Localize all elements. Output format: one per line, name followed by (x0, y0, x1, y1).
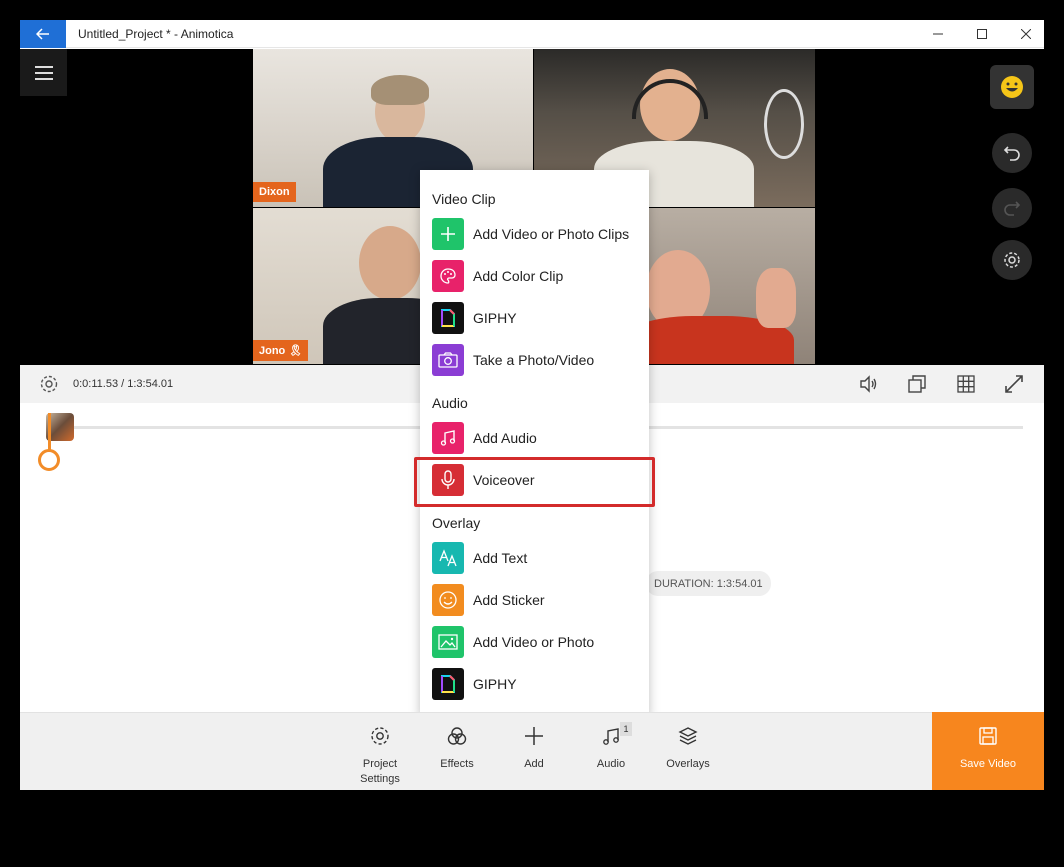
duration-label: DURATION: 1:3:54.01 (646, 571, 771, 596)
hamburger-icon-line (34, 77, 53, 80)
fullscreen-button[interactable] (1002, 372, 1026, 396)
image-icon (432, 626, 464, 658)
grid-button[interactable] (954, 372, 978, 396)
project-settings-label: Project Settings (360, 758, 400, 785)
audio-button[interactable]: Audio (576, 712, 646, 790)
undo-icon (1003, 146, 1020, 161)
menu-item-label: GIPHY (473, 676, 517, 692)
minimize-button[interactable] (916, 20, 960, 48)
undo-button[interactable] (992, 133, 1032, 173)
back-button[interactable] (20, 20, 66, 48)
menu-item-label: Add Sticker (473, 592, 545, 608)
hamburger-icon (34, 65, 53, 68)
aspect-ratio-icon (908, 375, 926, 393)
smiley-icon (432, 584, 464, 616)
music-note-icon (432, 422, 464, 454)
person-hair (371, 75, 429, 105)
effects-button[interactable]: Effects (422, 712, 492, 790)
menu-item-label: GIPHY (473, 310, 517, 326)
project-settings-button[interactable]: Project Settings (345, 712, 415, 790)
title-bar: Untitled_Project * - Animotica (20, 20, 1044, 48)
add-label: Add (524, 758, 544, 770)
add-button[interactable]: Add (499, 712, 569, 790)
gear-icon (369, 723, 391, 749)
preview-settings-button[interactable] (992, 240, 1032, 280)
menu-item-label: Add Video or Photo (473, 634, 595, 650)
background-sign (764, 89, 804, 159)
menu-item-label: Add Audio (473, 430, 537, 446)
participant-name: Dixon (253, 182, 296, 202)
aspect-ratio-button[interactable] (905, 372, 929, 396)
maximize-icon (977, 29, 987, 39)
emoji-button[interactable] (990, 65, 1034, 109)
menu-item-add-video-or-photo-clips[interactable]: Add Video or Photo Clips (432, 218, 642, 250)
music-note-icon (600, 723, 622, 749)
palette-icon (432, 260, 464, 292)
effects-icon (446, 723, 468, 749)
back-arrow-icon (36, 28, 49, 40)
grid-icon (957, 375, 975, 393)
menu-item-add-sticker[interactable]: Add Sticker (432, 584, 642, 616)
person-head (359, 226, 421, 300)
menu-button[interactable] (20, 49, 67, 96)
playhead-handle[interactable] (38, 449, 60, 471)
window-title: Untitled_Project * - Animotica (78, 27, 234, 41)
effects-label: Effects (440, 758, 474, 770)
menu-item-label: Add Color Clip (473, 268, 564, 284)
camera-icon (432, 344, 464, 376)
maximize-button[interactable] (960, 20, 1004, 48)
menu-item-add-audio[interactable]: Add Audio (432, 422, 642, 454)
audio-count-badge: 1 (620, 722, 632, 736)
volume-button[interactable] (857, 372, 881, 396)
smiley-face-icon (1001, 76, 1023, 98)
menu-section-audio: Audio (432, 395, 468, 411)
redo-icon (1004, 201, 1021, 216)
gear-icon (1004, 252, 1020, 268)
giphy-icon (432, 302, 464, 334)
playback-time: 0:0:11.53 / 1:3:54.01 (73, 378, 174, 390)
add-menu: Video Clip Add Video or Photo Clips Add … (420, 170, 649, 716)
playhead[interactable] (48, 413, 51, 453)
overlays-label: Overlays (666, 758, 710, 770)
menu-item-add-text[interactable]: Add Text (432, 542, 642, 574)
menu-section-overlay: Overlay (432, 515, 481, 531)
save-video-button[interactable]: Save Video (932, 712, 1044, 790)
layers-icon (677, 723, 699, 749)
close-button[interactable] (1004, 20, 1044, 48)
playback-settings-button[interactable] (37, 372, 61, 396)
participant-name: Jono 🎗 (253, 340, 309, 361)
highlight-box (414, 457, 655, 507)
menu-item-add-video-or-photo[interactable]: Add Video or Photo (432, 626, 642, 658)
floppy-disk-icon (978, 723, 998, 749)
menu-item-giphy[interactable]: GIPHY (432, 302, 642, 334)
headphones (632, 79, 708, 119)
save-video-label: Save Video (959, 758, 1017, 770)
speaker-icon (860, 375, 877, 393)
menu-item-label: Add Text (473, 550, 528, 566)
menu-item-label: Take a Photo/Video (473, 352, 595, 368)
text-icon (432, 542, 464, 574)
plus-icon (523, 723, 545, 749)
redo-button[interactable] (992, 188, 1032, 228)
gear-icon (40, 375, 58, 393)
menu-section-video-clip: Video Clip (432, 191, 496, 207)
menu-item-label: Add Video or Photo Clips (473, 226, 630, 242)
overlays-button[interactable]: Overlays (653, 712, 723, 790)
waving-hand (756, 268, 796, 328)
close-icon (1021, 29, 1031, 39)
minimize-icon (933, 33, 943, 35)
menu-item-take-a-photo-video[interactable]: Take a Photo/Video (432, 344, 642, 376)
menu-item-giphy-overlay[interactable]: GIPHY (432, 668, 642, 700)
plus-icon (432, 218, 464, 250)
audio-label: Audio (596, 758, 626, 770)
expand-icon (1005, 375, 1023, 393)
giphy-icon (432, 668, 464, 700)
hamburger-icon-line (34, 71, 53, 74)
menu-item-add-color-clip[interactable]: Add Color Clip (432, 260, 642, 292)
